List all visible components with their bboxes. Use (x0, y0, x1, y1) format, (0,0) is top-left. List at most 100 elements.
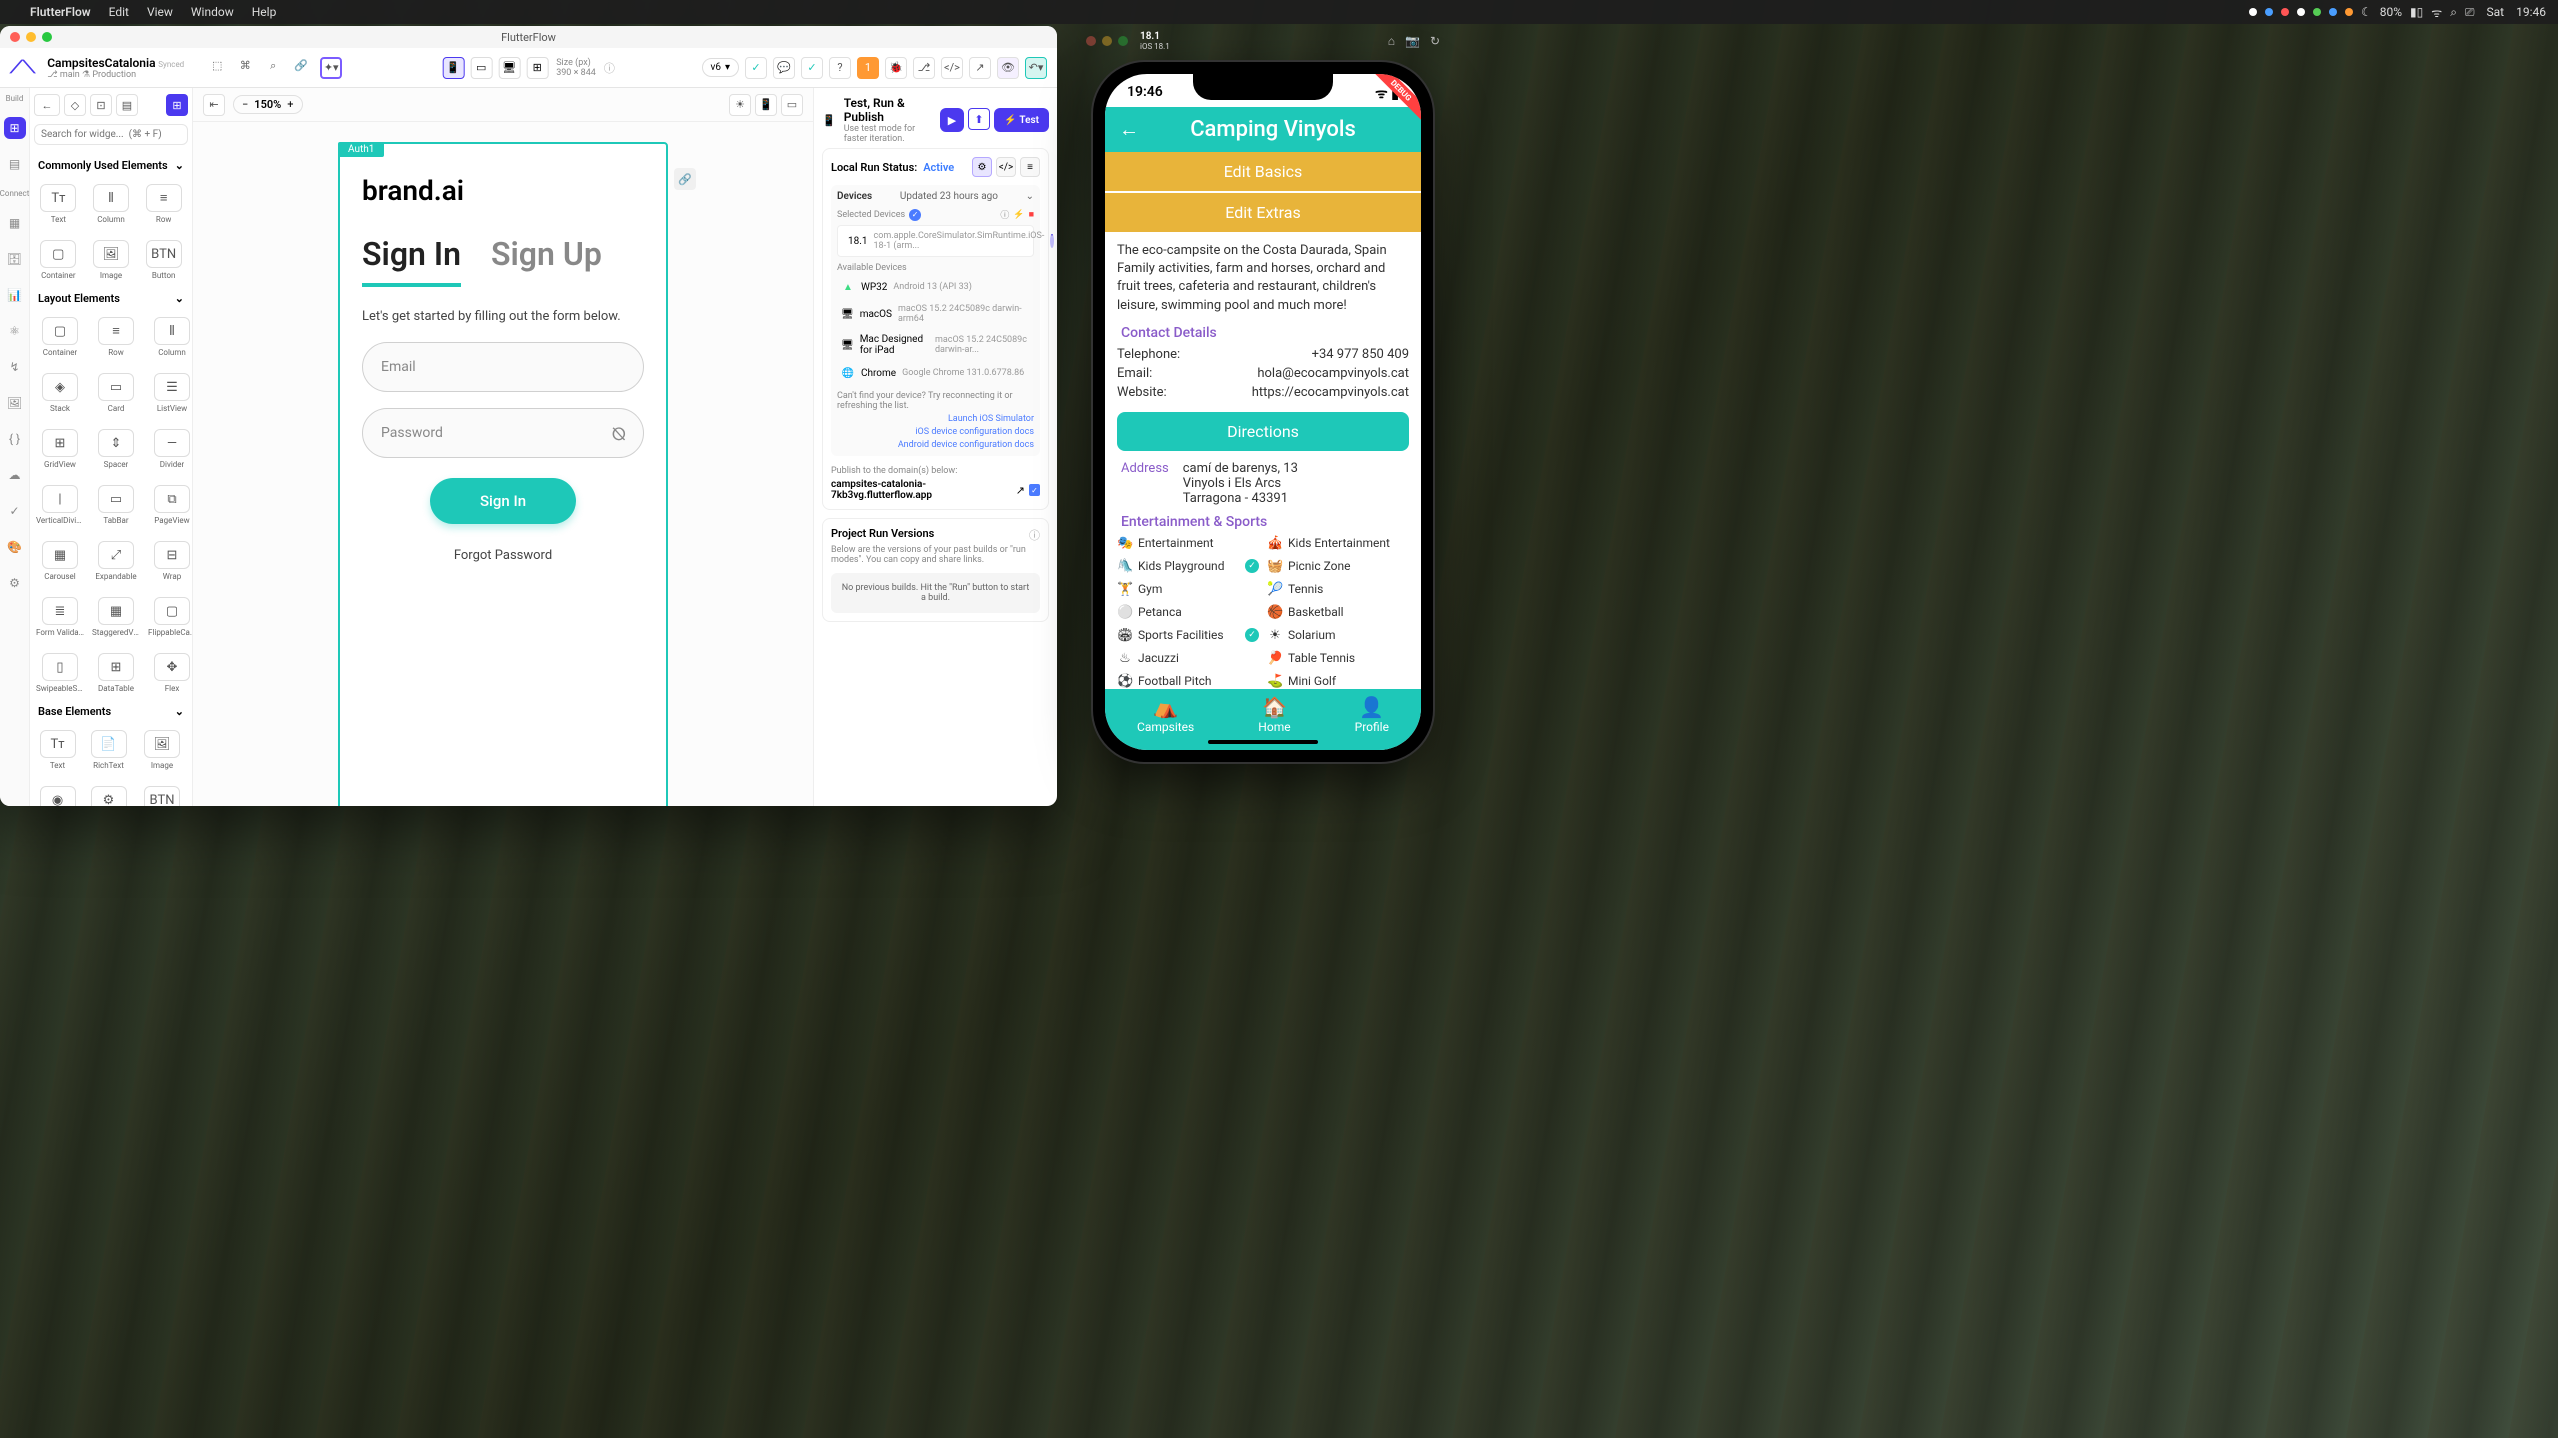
status-icon[interactable] (2281, 8, 2289, 16)
maximize-button[interactable] (42, 32, 52, 42)
lightning-icon[interactable]: ⚡ (1013, 210, 1024, 220)
nav-profile[interactable]: 👤Profile (1355, 695, 1389, 734)
back-arrow-icon[interactable]: ← (1119, 117, 1139, 142)
widget-expandable[interactable]: ⤢Expandable (90, 535, 142, 587)
email-field[interactable]: Email (362, 342, 644, 392)
widget-search-input[interactable] (34, 124, 188, 145)
rail-storyboard[interactable]: ▦ (4, 212, 26, 234)
tel-value[interactable]: +34 977 850 409 (1312, 347, 1409, 362)
rail-tests[interactable]: ✓ (4, 500, 26, 522)
rail-widget-tree[interactable]: ⊞ (4, 117, 26, 139)
checkbox-checked-icon[interactable]: ✓ (1029, 484, 1040, 496)
rail-custom-code[interactable]: { } (4, 428, 26, 450)
screenshot-icon[interactable]: 📷 (1405, 34, 1420, 48)
device-row[interactable]: ▲WP32Android 13 (API 33) (837, 275, 1034, 299)
stop-icon[interactable]: ■ (1029, 209, 1034, 220)
device-row[interactable]: 🖥macOSmacOS 15.2 24C5089c darwin-arm64 (837, 299, 1034, 329)
widget-column[interactable]: ⫴Column (87, 178, 136, 230)
widget-form validation[interactable]: ≣Form Validation (34, 591, 86, 643)
device-phone-icon[interactable]: 📱 (442, 57, 464, 79)
env-name[interactable]: Production (92, 70, 136, 80)
widget-carousel[interactable]: ▦Carousel (34, 535, 86, 587)
palette-icon[interactable]: ⬚ (208, 57, 226, 75)
password-field[interactable]: Password (362, 408, 644, 458)
component-icon[interactable]: ⊡ (90, 94, 112, 116)
widget-stack[interactable]: ◈Stack (34, 367, 86, 419)
branch-name[interactable]: main (60, 70, 80, 80)
canvas-inner[interactable]: Auth1 🔗 brand.ai Sign In Sign Up Let's g… (193, 122, 813, 806)
fit-icon[interactable]: ⇤ (203, 94, 225, 116)
menubar-app[interactable]: FlutterFlow (30, 5, 91, 19)
status-icon[interactable] (2249, 8, 2257, 16)
flutterflow-logo-icon[interactable]: ⟋⟍ (10, 57, 35, 78)
widget-container[interactable]: ▢Container (34, 311, 86, 363)
menubar-help[interactable]: Help (252, 5, 277, 19)
nav-campsites[interactable]: ⛺Campsites (1137, 695, 1194, 734)
status-icon[interactable] (2329, 8, 2337, 16)
warning-badge-icon[interactable]: 1 (857, 57, 879, 79)
minimize-button[interactable] (1102, 36, 1112, 46)
home-indicator[interactable] (1208, 740, 1318, 744)
minimize-button[interactable] (26, 32, 36, 42)
status-icon[interactable] (2265, 8, 2273, 16)
widget-datatable[interactable]: ⊞DataTable (90, 647, 142, 699)
rail-firestore[interactable]: 🗄 (4, 248, 26, 270)
diamond-icon[interactable]: ◇ (64, 94, 86, 116)
rotate-icon[interactable]: ↻ (1430, 34, 1440, 48)
visibility-off-icon[interactable]: ⦰ (612, 424, 626, 445)
moon-icon[interactable]: ☾ (2361, 5, 2372, 19)
tab-signin[interactable]: Sign In (362, 235, 461, 287)
info-icon[interactable]: ⓘ (1000, 208, 1009, 221)
code-icon[interactable]: </> (941, 57, 963, 79)
widget-text[interactable]: TтText (34, 178, 83, 230)
help-icon[interactable]: ? (829, 57, 851, 79)
device-custom-icon[interactable]: ⊞ (526, 57, 548, 79)
open-external-icon[interactable]: ↗ (1016, 484, 1025, 497)
back-icon[interactable]: ← (34, 94, 60, 116)
eye-icon[interactable]: 👁 (997, 57, 1019, 79)
device-row[interactable]: 🖥Mac Designed for iPadmacOS 15.2 24C5089… (837, 329, 1034, 361)
widget-spacer[interactable]: ⇕Spacer (90, 423, 142, 475)
theme-light-icon[interactable]: ☀ (729, 94, 751, 116)
widget-tabbar[interactable]: ▭TabBar (90, 479, 142, 531)
run-button[interactable]: ▶ (940, 108, 964, 132)
directions-button[interactable]: Directions (1117, 412, 1409, 451)
checkmark-badge-icon[interactable]: ✓ (801, 57, 823, 79)
forgot-password-link[interactable]: Forgot Password (362, 548, 644, 563)
comment-icon[interactable]: 💬 (773, 57, 795, 79)
ios-docs-link[interactable]: iOS device configuration docs (837, 427, 1034, 437)
branch-icon[interactable]: ⎇ (913, 57, 935, 79)
link-icon[interactable]: 🔗 (292, 57, 310, 75)
section-base[interactable]: Base Elements⌄ (34, 699, 188, 724)
tab-signup[interactable]: Sign Up (491, 235, 602, 287)
home-icon[interactable]: ⌂ (1388, 34, 1395, 48)
widget-row[interactable]: ≡Row (139, 178, 188, 230)
widget-image[interactable]: 🖼Image (136, 724, 188, 776)
rail-pages[interactable]: ▤ (4, 153, 26, 175)
selected-device-row[interactable]: 18.1 com.apple.CoreSimulator.SimRuntime.… (837, 225, 1034, 257)
widget-image[interactable]: 🖼Image (87, 234, 136, 286)
menubar-edit[interactable]: Edit (109, 5, 129, 19)
rail-media[interactable]: 🖼 (4, 392, 26, 414)
widget-row[interactable]: ≡Row (90, 311, 142, 363)
edit-basics-button[interactable]: Edit Basics (1105, 152, 1421, 191)
rail-theme[interactable]: 🎨 (4, 536, 26, 558)
info-icon[interactable]: ⓘ (604, 60, 615, 76)
widget-pageview[interactable]: ⧉PageView (146, 479, 193, 531)
widget-wrap[interactable]: ⊟Wrap (146, 535, 193, 587)
design-frame[interactable]: Auth1 🔗 brand.ai Sign In Sign Up Let's g… (338, 142, 668, 806)
section-common[interactable]: Commonly Used Elements⌄ (34, 153, 188, 178)
rail-api[interactable]: ↯ (4, 356, 26, 378)
status-icon[interactable] (2297, 8, 2305, 16)
widget-gridview[interactable]: ⊞GridView (34, 423, 86, 475)
menubar-view[interactable]: View (147, 5, 173, 19)
open-external-icon[interactable]: ↗ (969, 57, 991, 79)
zoom-out-icon[interactable]: − (242, 98, 248, 111)
device-row[interactable]: 🌐ChromeGoogle Chrome 131.0.6778.86 (837, 361, 1034, 385)
zoom-control[interactable]: − 150% + (233, 95, 303, 114)
widget-swipeablestack[interactable]: ▯SwipeableStack (34, 647, 86, 699)
settings-icon[interactable]: ⚙ (972, 157, 992, 177)
check-icon[interactable]: ✓ (745, 57, 767, 79)
widget-card[interactable]: ▭Card (90, 367, 142, 419)
brand-title[interactable]: brand.ai (362, 174, 644, 207)
